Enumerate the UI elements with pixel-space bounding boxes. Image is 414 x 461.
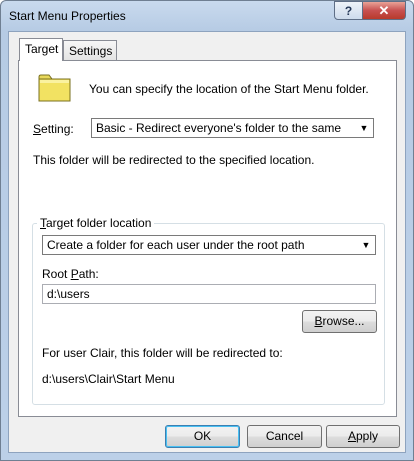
setting-dropdown-value: Basic - Redirect everyone's folder to th…	[96, 121, 342, 135]
setting-dropdown[interactable]: Basic - Redirect everyone's folder to th…	[91, 118, 374, 138]
browse-button[interactable]: Browse...	[302, 310, 377, 333]
apply-button[interactable]: Apply	[326, 425, 400, 448]
tab-target-label: Target	[25, 42, 59, 56]
redirect-info-text: This folder will be redirected to the sp…	[33, 153, 315, 167]
folder-icon	[38, 74, 71, 102]
root-path-value: d:\users	[47, 287, 90, 301]
browse-mnemonic: B	[314, 314, 323, 328]
tab-settings[interactable]: Settings	[63, 40, 117, 60]
folder-location-value: Create a folder for each user under the …	[47, 238, 305, 252]
help-icon: ?	[344, 3, 353, 18]
close-icon: ✕	[378, 2, 390, 18]
setting-label-rest: etting:	[41, 122, 74, 136]
user-redirect-text: For user Clair, this folder will be redi…	[42, 346, 283, 360]
close-button[interactable]: ✕	[362, 1, 406, 20]
root-path-label-mnemonic: P	[70, 267, 79, 281]
browse-label-rest: rowse...	[322, 314, 365, 328]
groupbox-title-rest: arget folder location	[46, 216, 152, 230]
ok-button[interactable]: OK	[165, 425, 240, 448]
root-path-label-post: ath:	[78, 267, 99, 281]
cancel-button[interactable]: Cancel	[247, 425, 322, 448]
target-folder-groupbox: Target folder location Create a folder f…	[32, 216, 385, 405]
description-text: You can specify the location of the Star…	[89, 82, 369, 96]
dialog-client-area: Target Settings You can specify the loca…	[8, 31, 406, 453]
cancel-label: Cancel	[265, 429, 304, 443]
root-path-label: Root Path:	[42, 267, 99, 281]
root-path-label-pre: Root	[42, 267, 71, 281]
setting-label-mnemonic: S	[33, 122, 42, 136]
root-path-input[interactable]: d:\users	[42, 284, 376, 304]
user-redirect-path: d:\users\Clair\Start Menu	[42, 372, 175, 386]
folder-location-dropdown[interactable]: Create a folder for each user under the …	[42, 235, 376, 255]
target-tab-panel: You can specify the location of the Star…	[18, 60, 397, 417]
setting-label: Setting:	[33, 122, 74, 136]
chevron-down-icon: ▼	[361, 240, 371, 250]
window-title: Start Menu Properties	[9, 9, 126, 23]
help-button[interactable]: ?	[334, 1, 363, 20]
chevron-down-icon: ▼	[359, 123, 369, 133]
tab-target[interactable]: Target	[19, 38, 63, 61]
dialog-window: Start Menu Properties ? ✕ Target Setting…	[0, 0, 414, 461]
apply-mnemonic: A	[347, 429, 356, 443]
tab-settings-label: Settings	[69, 44, 113, 58]
groupbox-title: Target folder location	[37, 216, 155, 230]
ok-label: OK	[193, 429, 212, 443]
title-bar: Start Menu Properties ? ✕	[1, 1, 413, 31]
apply-label-rest: pply	[356, 429, 379, 443]
